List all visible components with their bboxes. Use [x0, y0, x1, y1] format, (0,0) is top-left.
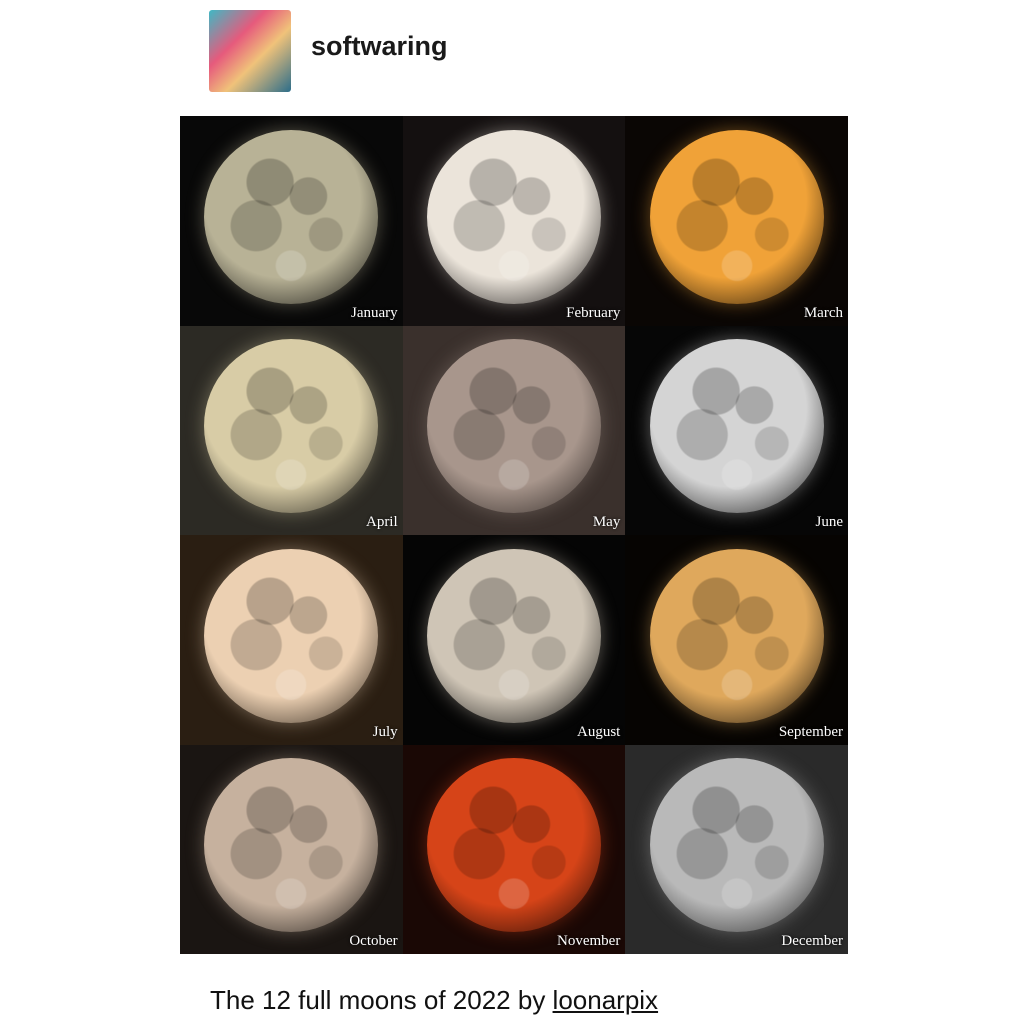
moon-image	[426, 339, 601, 514]
moon-cell: May	[402, 325, 626, 535]
moon-image	[649, 129, 824, 304]
month-label: February	[566, 304, 621, 321]
month-label: October	[349, 933, 398, 949]
moon-image	[204, 339, 379, 514]
moon-cell: March	[625, 116, 848, 326]
moon-image	[649, 548, 824, 723]
caption-text: The 12 full moons of 2022 by	[210, 985, 553, 1015]
post-caption: The 12 full moons of 2022 by loonarpix	[210, 985, 658, 1016]
source-link[interactable]: loonarpix	[553, 985, 659, 1015]
moon-cell: July	[180, 535, 403, 745]
month-label: June	[815, 514, 844, 530]
month-label: January	[351, 304, 398, 321]
month-label: April	[365, 514, 398, 530]
month-label: December	[781, 933, 843, 949]
moon-cell: April	[180, 325, 403, 535]
month-label: July	[372, 723, 398, 740]
moon-cell: June	[625, 325, 848, 535]
moon-cell: August	[402, 535, 626, 745]
avatar[interactable]	[209, 10, 291, 92]
moon-image	[649, 339, 824, 514]
month-label: March	[803, 304, 843, 321]
month-label: August	[576, 723, 621, 740]
moon-image	[426, 129, 601, 304]
moon-image	[426, 548, 601, 723]
moon-cell: October	[180, 744, 403, 954]
moon-cell: September	[625, 535, 848, 745]
moon-image	[204, 129, 379, 304]
month-label: May	[592, 514, 621, 530]
moon-cell: January	[180, 116, 403, 326]
moon-cell: December	[625, 744, 848, 954]
moon-cell: November	[402, 744, 626, 954]
moon-image	[204, 548, 379, 723]
moon-image	[426, 758, 601, 933]
username[interactable]: softwaring	[311, 31, 448, 62]
moon-cell: February	[402, 116, 626, 326]
month-label: September	[778, 723, 843, 740]
moon-image	[204, 758, 379, 933]
moon-image	[649, 758, 824, 933]
moon-image-grid[interactable]: January February March April May June Ju…	[180, 116, 848, 954]
month-label: November	[557, 933, 621, 949]
